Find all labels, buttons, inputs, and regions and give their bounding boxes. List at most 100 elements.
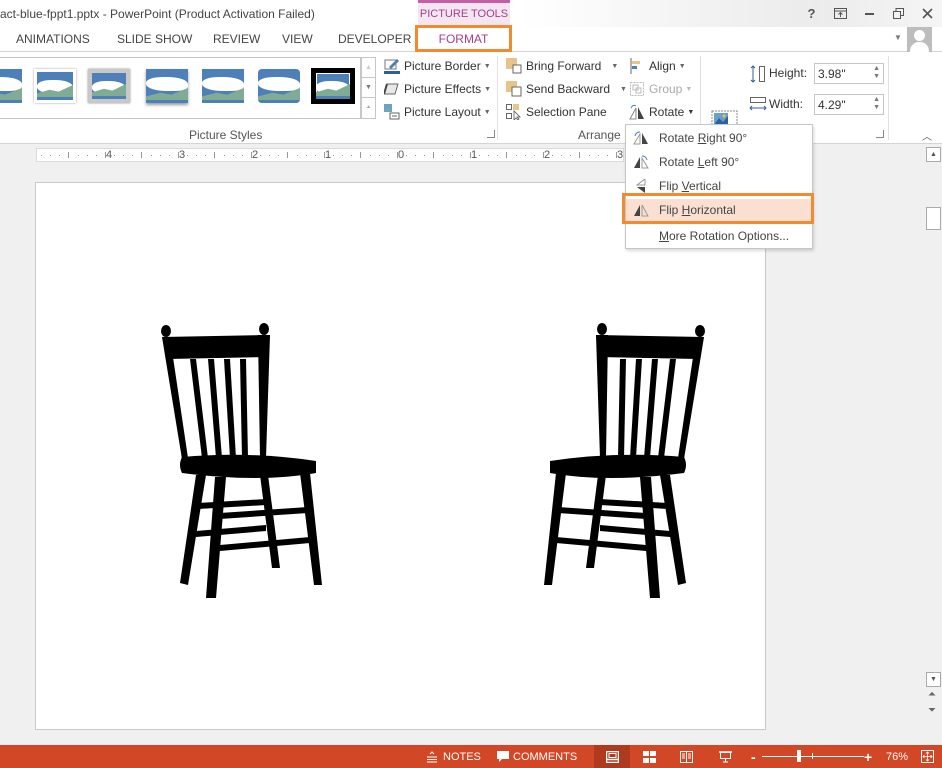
picture-style-thumb[interactable] [146,69,188,103]
picture-style-thumb[interactable] [0,69,22,103]
account-dropdown-icon[interactable]: ▼ [894,33,902,42]
shape-height-icon [750,65,765,83]
comments-label: COMMENTS [513,750,578,763]
menu-item-rotate-left-90[interactable]: Rotate Left 90° [626,151,812,173]
minimize-icon [865,13,874,15]
height-label: Height: [769,66,808,80]
width-input[interactable]: 4.29" ▲ ▼ [814,94,884,115]
gallery-scroll: ▲ ▼ ⩡ [361,57,376,119]
size-dialog-launcher[interactable] [876,130,884,138]
picture-styles-dialog-launcher[interactable] [487,130,495,138]
scroll-thumb[interactable] [926,207,941,230]
picture-style-thumb-selected[interactable] [311,68,355,104]
picture-tools-header: PICTURE TOOLS [418,0,510,27]
previous-slide-button[interactable]: ⏶ [928,689,936,700]
fit-to-window-icon [921,750,934,763]
notes-button[interactable]: NOTES [426,745,481,768]
picture-style-thumb[interactable] [88,69,130,103]
ribbon-display-icon [834,8,847,19]
menu-item-rotate-right-90[interactable]: Rotate Right 90° [626,127,812,149]
selection-pane-icon [506,104,522,121]
tab-slide-show[interactable]: SLIDE SHOW [117,32,192,46]
selection-pane-button[interactable]: Selection Pane [506,102,607,122]
gallery-scroll-down-button[interactable]: ▼ [362,78,375,98]
tab-developer[interactable]: DEVELOPER [338,32,411,46]
ruler-tick [460,155,462,156]
restore-button[interactable] [884,0,913,27]
ruler-tick [342,155,344,156]
send-backward-icon [506,81,522,97]
chair-image-left[interactable] [160,323,330,603]
menu-item-more-rotation-options[interactable]: More Rotation Options... [626,225,812,247]
ruler-label: 2 [252,149,259,161]
picture-effects-button[interactable]: Picture Effects ▼ [383,79,491,99]
group-separator [497,56,498,140]
zoom-out-button[interactable]: - [751,745,756,768]
next-slide-button[interactable]: ⏷ [928,705,936,716]
align-icon [629,58,645,74]
picture-layout-button[interactable]: Picture Layout ▼ [384,102,491,122]
ruler-tick [250,152,252,158]
ruler-tick [360,152,362,158]
ruler-tick [524,155,526,156]
picture-style-thumb[interactable] [258,69,300,103]
restore-icon [893,8,904,19]
gallery-more-button[interactable]: ⩡ [362,98,375,118]
zoom-level[interactable]: 76% [886,745,908,768]
scroll-up-button[interactable]: ▲ [926,147,941,162]
chair-image-right-flipped[interactable] [536,323,706,603]
tab-animations[interactable]: ANIMATIONS [16,32,90,46]
rotate-icon [629,104,645,120]
ribbon-display-options-button[interactable] [826,0,855,27]
help-button[interactable]: ? [797,0,826,27]
shape-width-icon [749,97,767,111]
normal-view-button[interactable] [594,745,630,768]
notes-label: NOTES [443,750,481,763]
gallery-scroll-up-button[interactable]: ▲ [362,58,375,78]
group-button[interactable]: Group ▼ [629,79,692,99]
ruler-tick [95,155,97,156]
ruler-tick [114,155,115,156]
send-backward-button[interactable]: Send Backward ▼ [506,79,627,99]
ruler-tick [542,152,544,158]
comments-button[interactable]: COMMENTS [497,745,577,768]
avatar[interactable] [907,27,932,52]
ruler-tick [606,155,608,156]
zoom-in-button[interactable]: + [864,745,872,768]
ruler-tick [588,155,590,156]
picture-style-thumb[interactable] [34,69,76,103]
height-spinner[interactable]: ▲ ▼ [873,65,880,81]
ruler-tick [406,155,407,156]
ruler-tick [86,155,88,156]
zoom-slider[interactable] [762,756,864,757]
vertical-scrollbar[interactable]: ▲ ▼ ⏶ ⏷ [924,145,942,745]
slide-sorter-view-button[interactable] [631,745,667,768]
collapse-ribbon-icon[interactable]: ︿ [922,128,932,143]
rotate-button[interactable]: Rotate ▼ [629,102,694,122]
slide-canvas[interactable] [35,182,766,730]
tab-review[interactable]: REVIEW [213,32,260,46]
slide-show-view-button[interactable] [707,745,743,768]
height-input[interactable]: 3.98" ▲ ▼ [814,63,884,84]
ruler-label: 3 [617,149,624,161]
flip-horizontal-highlight-outline [622,193,814,224]
picture-border-button[interactable]: Picture Border ▼ [384,56,491,76]
ruler-label: 1 [325,149,332,161]
picture-style-thumb[interactable] [202,69,244,103]
bring-forward-button[interactable]: Bring Forward ▼ [506,56,618,76]
minimize-button[interactable] [855,0,884,27]
ruler-tick [497,155,499,156]
horizontal-ruler[interactable]: 4 3 2 1 0 1 2 3 [36,148,624,162]
ruler-label: 4 [106,149,113,161]
reading-view-button[interactable] [668,745,704,768]
scroll-down-button[interactable]: ▼ [926,672,941,687]
tab-format[interactable]: FORMAT [415,25,512,52]
width-spinner[interactable]: ▲ ▼ [873,96,880,112]
zoom-slider-thumb[interactable] [796,750,801,762]
align-button[interactable]: Align ▼ [629,56,686,76]
fit-slide-button[interactable] [921,745,934,768]
tab-view[interactable]: VIEW [282,32,313,46]
ruler-tick [533,155,535,156]
close-button[interactable] [913,0,942,27]
ruler-tick [333,155,334,156]
